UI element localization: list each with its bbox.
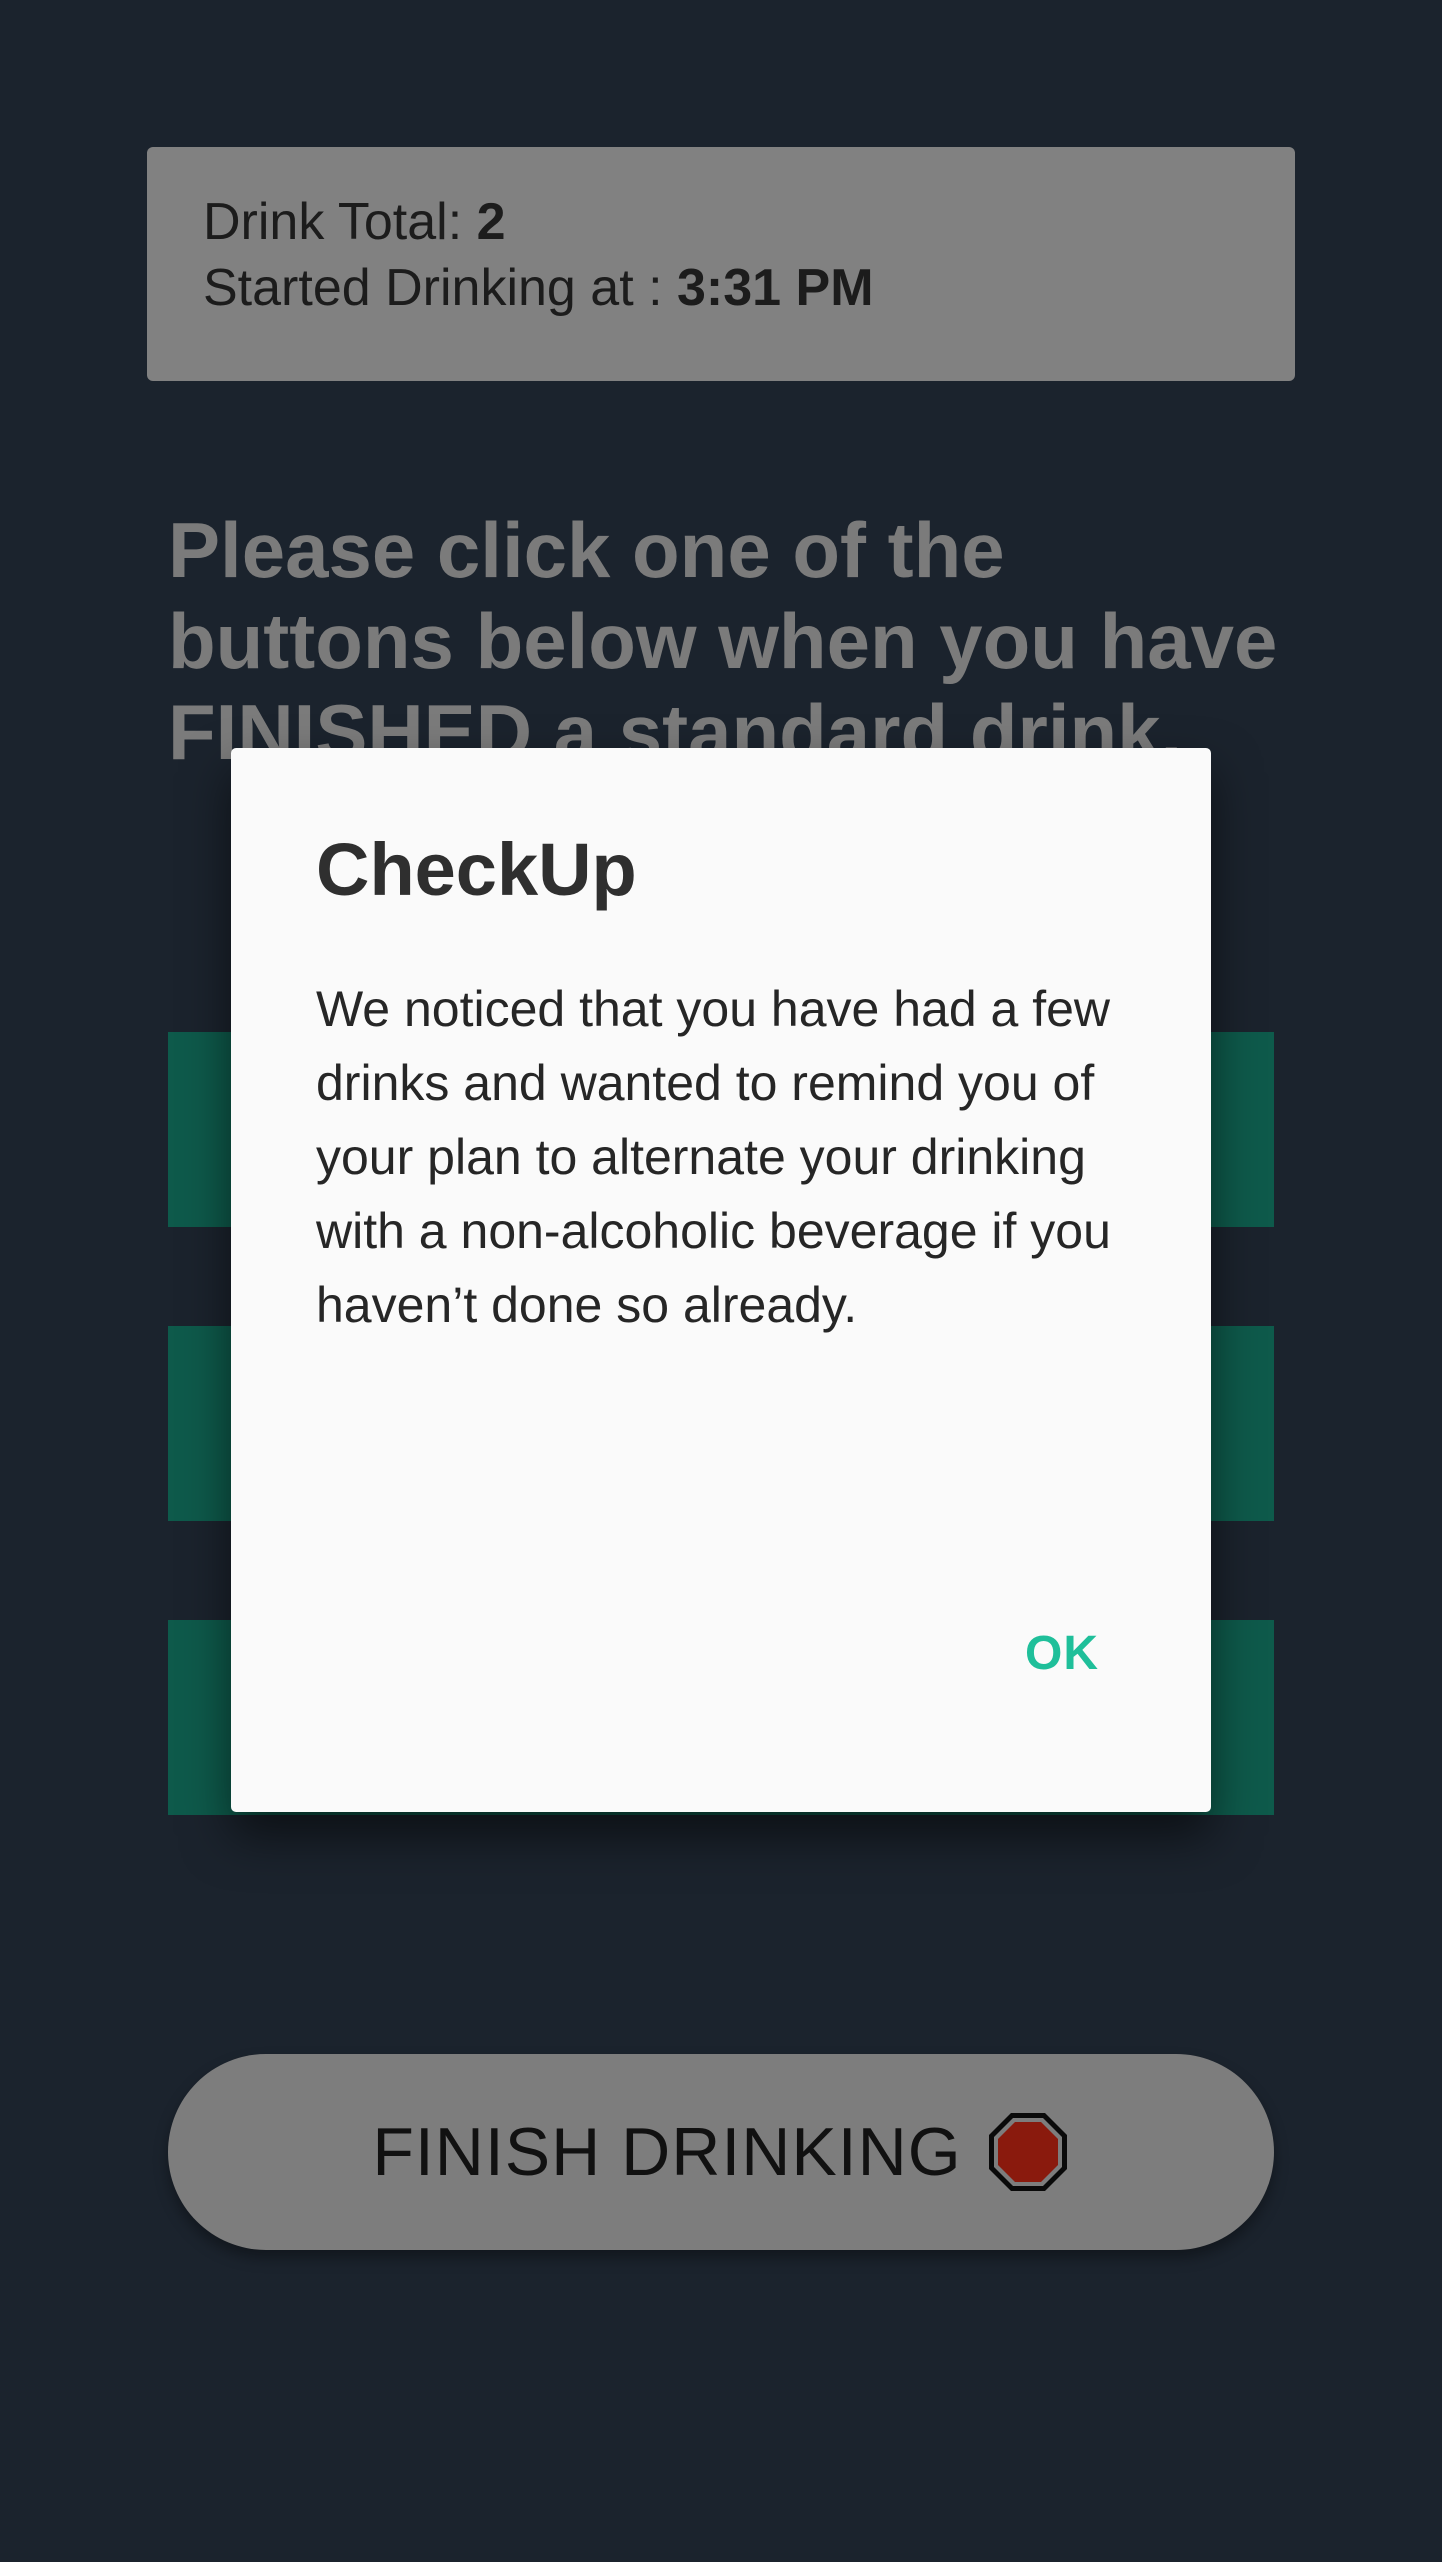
ok-button[interactable]: OK <box>1025 1626 1099 1681</box>
dialog-title: CheckUp <box>316 828 637 911</box>
checkup-dialog: CheckUp We noticed that you have had a f… <box>231 748 1211 1812</box>
dialog-message: We noticed that you have had a few drink… <box>316 981 1111 1333</box>
